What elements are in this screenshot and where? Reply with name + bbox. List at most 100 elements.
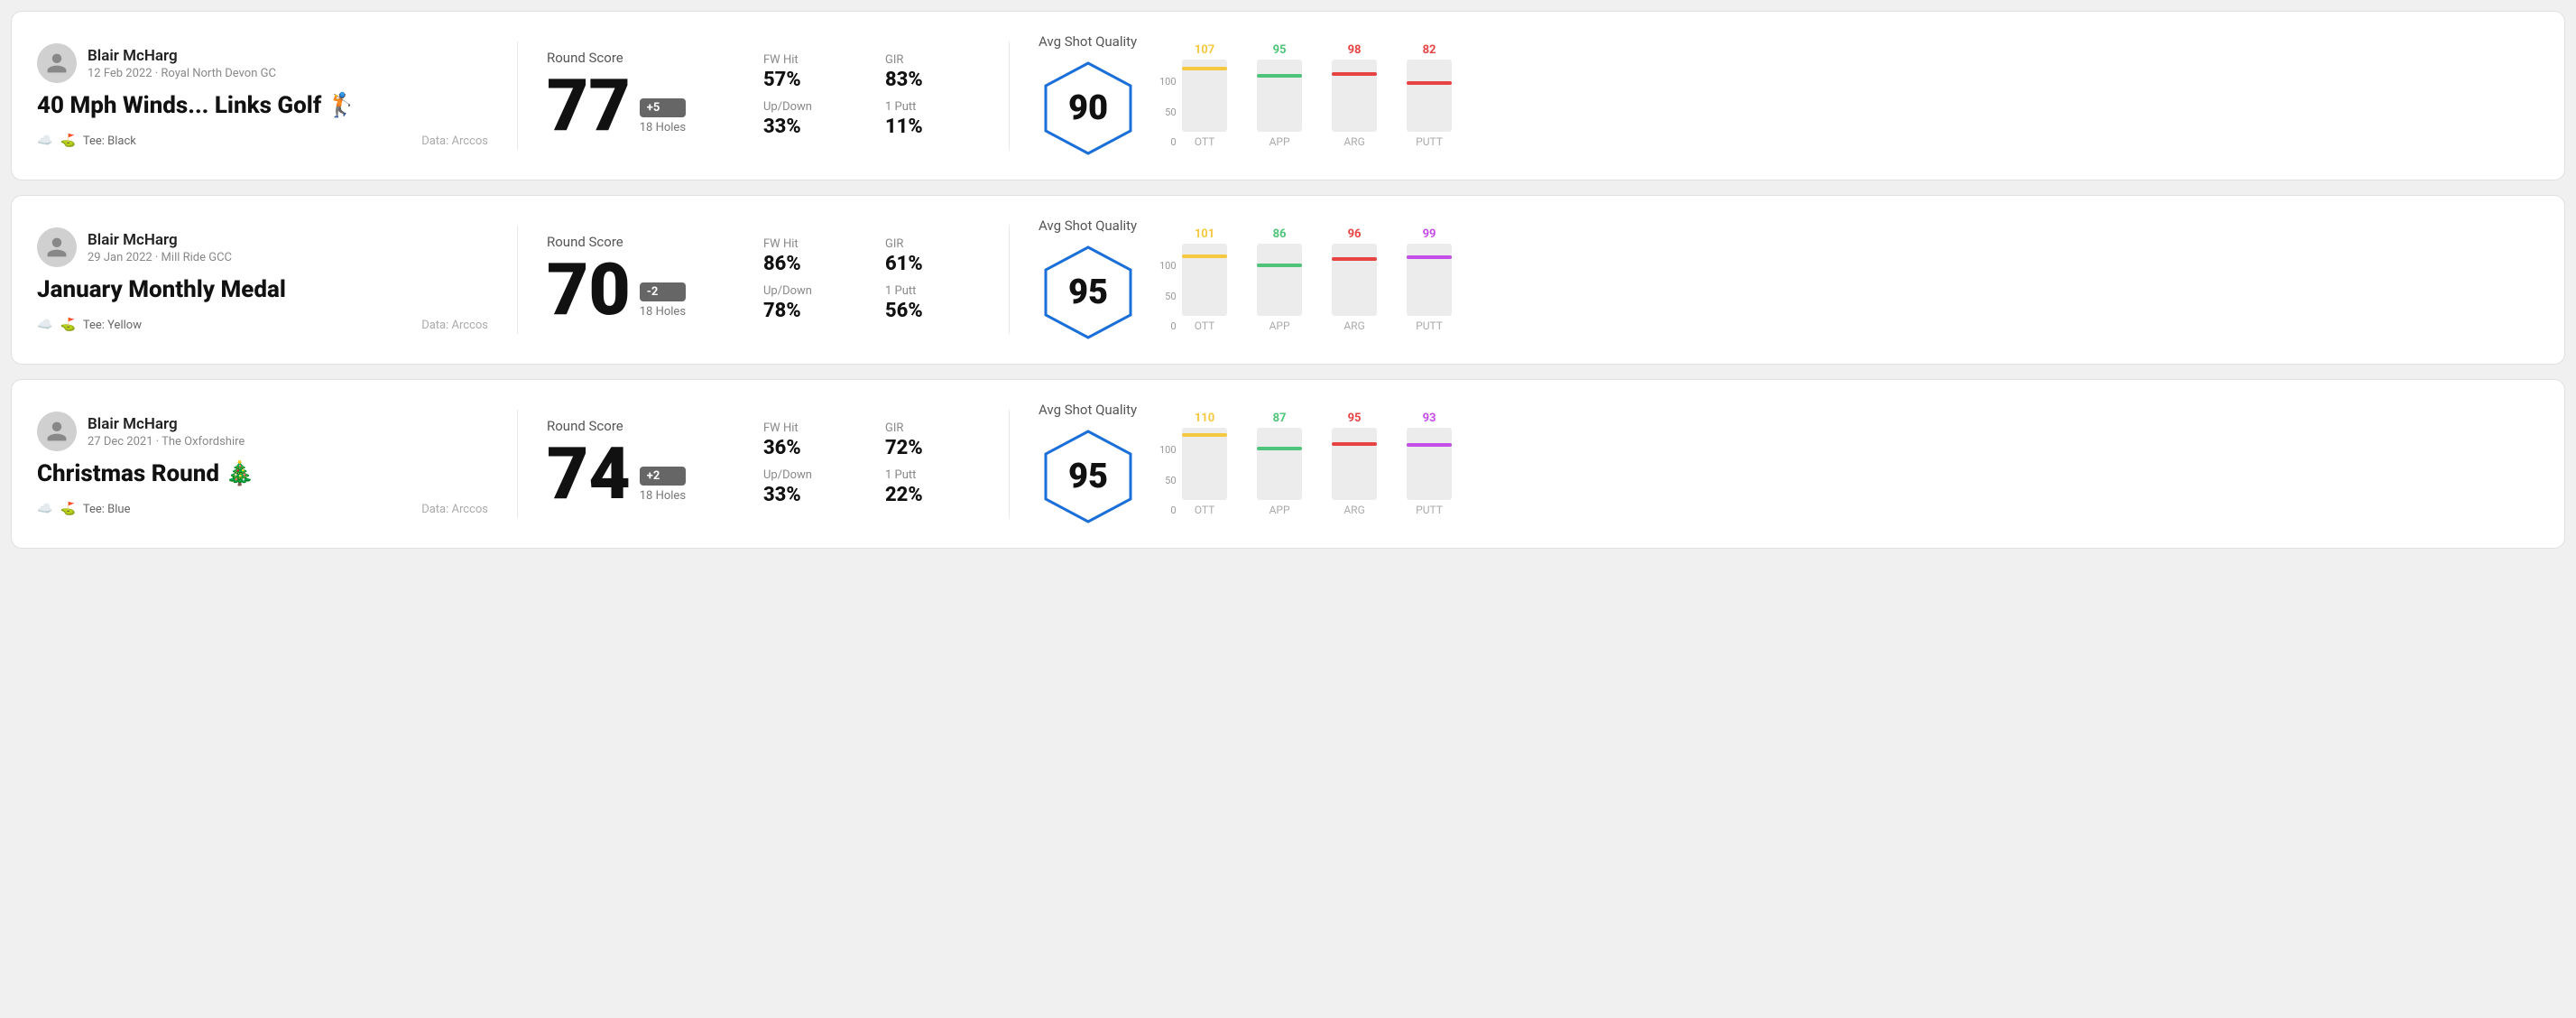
stat-up-down-value: 33% bbox=[763, 116, 858, 138]
score-badge: -2 bbox=[640, 282, 686, 301]
bar-value-putt: 82 bbox=[1423, 43, 1436, 57]
weather-icon: ☁️ bbox=[37, 318, 52, 332]
avatar bbox=[37, 412, 77, 451]
bar-label-arg: ARG bbox=[1343, 135, 1364, 148]
stat-up-down-value: 33% bbox=[763, 484, 858, 506]
data-source: Data: Arccos bbox=[421, 134, 488, 148]
bar-wrapper-app bbox=[1257, 244, 1302, 316]
card-left-section: Blair McHarg27 Dec 2021 · The Oxfordshir… bbox=[37, 412, 488, 516]
card-footer: ☁️⛳Tee: YellowData: Arccos bbox=[37, 318, 488, 332]
bar-group-arg: 95ARG bbox=[1330, 412, 1380, 516]
user-name: Blair McHarg bbox=[88, 231, 232, 249]
bar-chart-wrapper: 100500101OTT86APP96ARG99PUTT bbox=[1159, 227, 1454, 332]
y-axis: 100500 bbox=[1159, 76, 1180, 148]
stats-grid: FW Hit57%GIR83%Up/Down33%1 Putt11% bbox=[763, 53, 980, 138]
bar-line-app bbox=[1257, 74, 1302, 78]
bar-label-arg: ARG bbox=[1343, 504, 1364, 516]
weather-icon: ☁️ bbox=[37, 134, 52, 148]
y-axis: 100500 bbox=[1159, 444, 1180, 516]
stat-up-down-value: 78% bbox=[763, 300, 858, 322]
y-axis-0: 0 bbox=[1159, 504, 1177, 516]
bar-value-arg: 98 bbox=[1348, 43, 1362, 57]
stat-one-putt-label: 1 Putt bbox=[885, 284, 980, 298]
bar-group-arg: 96ARG bbox=[1330, 227, 1380, 332]
bar-wrapper-app bbox=[1257, 428, 1302, 500]
stats-section: FW Hit57%GIR83%Up/Down33%1 Putt11% bbox=[763, 53, 980, 138]
stat-fw-hit-label: FW Hit bbox=[763, 421, 858, 435]
score-value: 77 bbox=[547, 69, 631, 142]
bar-wrapper-arg bbox=[1332, 428, 1377, 500]
stat-gir-label: GIR bbox=[885, 53, 980, 67]
bar-line-putt bbox=[1407, 443, 1452, 447]
y-axis-100: 100 bbox=[1159, 260, 1177, 272]
quality-label: Avg Shot Quality bbox=[1039, 402, 1137, 418]
stats-grid: FW Hit86%GIR61%Up/Down78%1 Putt56% bbox=[763, 237, 980, 322]
quality-label: Avg Shot Quality bbox=[1039, 33, 1137, 50]
stat-one-putt-label: 1 Putt bbox=[885, 100, 980, 114]
stat-fw-hit: FW Hit36% bbox=[763, 421, 858, 459]
user-text: Blair McHarg29 Jan 2022 · Mill Ride GCC bbox=[88, 231, 232, 264]
bar-label-app: APP bbox=[1270, 504, 1290, 516]
bar-label-app: APP bbox=[1270, 135, 1290, 148]
card-left-section: Blair McHarg29 Jan 2022 · Mill Ride GCC J… bbox=[37, 227, 488, 332]
score-badge: +2 bbox=[640, 467, 686, 486]
tee-label: Tee: Yellow bbox=[83, 319, 142, 332]
quality-label: Avg Shot Quality bbox=[1039, 217, 1137, 234]
bar-wrapper-ott bbox=[1182, 244, 1227, 316]
hexagon-container: 95 bbox=[1039, 427, 1138, 526]
quality-section: Avg Shot Quality 95 100500 110 OTT 87 APP 95ARG… bbox=[1039, 402, 2539, 526]
round-title[interactable]: 40 Mph Winds... Links Golf 🏌️ bbox=[37, 92, 488, 119]
round-title[interactable]: January Monthly Medal bbox=[37, 276, 488, 303]
quality-score: 95 bbox=[1068, 273, 1108, 312]
bar-wrapper-app bbox=[1257, 60, 1302, 132]
stats-grid: FW Hit36%GIR72%Up/Down33%1 Putt22% bbox=[763, 421, 980, 506]
round-title[interactable]: Christmas Round 🎄 bbox=[37, 460, 488, 487]
stat-gir: GIR83% bbox=[885, 53, 980, 91]
data-source: Data: Arccos bbox=[421, 319, 488, 332]
stat-up-down-label: Up/Down bbox=[763, 468, 858, 482]
section-divider-2 bbox=[1009, 226, 1010, 334]
bar-value-putt: 93 bbox=[1423, 412, 1436, 425]
bar-line-ott bbox=[1182, 255, 1227, 258]
stat-up-down-label: Up/Down bbox=[763, 284, 858, 298]
bar-value-app: 95 bbox=[1273, 43, 1287, 57]
bar-wrapper-ott bbox=[1182, 428, 1227, 500]
stats-section: FW Hit36%GIR72%Up/Down33%1 Putt22% bbox=[763, 421, 980, 506]
stat-up-down: Up/Down 33% bbox=[763, 468, 858, 506]
bar-value-app: 87 bbox=[1273, 412, 1287, 425]
quality-score: 95 bbox=[1068, 457, 1108, 496]
section-divider bbox=[517, 226, 518, 334]
bar-value-arg: 96 bbox=[1348, 227, 1362, 241]
bar-group-app: 86APP bbox=[1255, 227, 1305, 332]
user-name: Blair McHarg bbox=[88, 415, 245, 433]
bar-group-putt: 82 PUTT bbox=[1405, 43, 1454, 148]
stat-one-putt-label: 1 Putt bbox=[885, 468, 980, 482]
holes-text: 18 Holes bbox=[640, 121, 686, 134]
bar-line-putt bbox=[1407, 255, 1452, 259]
tee-label: Tee: Black bbox=[83, 134, 136, 148]
hexagon-container: 90 bbox=[1039, 59, 1138, 158]
bar-value-ott: 107 bbox=[1195, 43, 1214, 57]
y-axis-0: 0 bbox=[1159, 320, 1177, 332]
stat-gir: GIR72% bbox=[885, 421, 980, 459]
user-info: Blair McHarg 12 Feb 2022 · Royal North De… bbox=[37, 43, 488, 83]
user-info: Blair McHarg27 Dec 2021 · The Oxfordshir… bbox=[37, 412, 488, 451]
bar-line-app bbox=[1257, 264, 1302, 267]
y-axis-100: 100 bbox=[1159, 76, 1177, 88]
tee-icon: ⛳ bbox=[60, 134, 75, 148]
bar-wrapper-arg bbox=[1332, 60, 1377, 132]
score-row: 70-218 Holes bbox=[547, 254, 745, 326]
bar-label-ott: OTT bbox=[1195, 504, 1215, 516]
bar-chart-wrapper: 100500110OTT87APP95ARG93PUTT bbox=[1159, 412, 1454, 516]
y-axis-50: 50 bbox=[1159, 106, 1177, 118]
bar-line-arg bbox=[1332, 72, 1377, 76]
bar-line-putt bbox=[1407, 81, 1452, 85]
card-left-section: Blair McHarg 12 Feb 2022 · Royal North De… bbox=[37, 43, 488, 148]
bar-value-ott: 110 bbox=[1195, 412, 1214, 425]
section-divider bbox=[517, 410, 518, 518]
user-date: 12 Feb 2022 · Royal North Devon GC bbox=[88, 67, 276, 80]
bar-label-putt: PUTT bbox=[1416, 135, 1443, 148]
round-card: Blair McHarg29 Jan 2022 · Mill Ride GCC J… bbox=[11, 195, 2565, 365]
bar-group-ott: 107OTT bbox=[1180, 43, 1230, 148]
user-name: Blair McHarg bbox=[88, 47, 276, 65]
